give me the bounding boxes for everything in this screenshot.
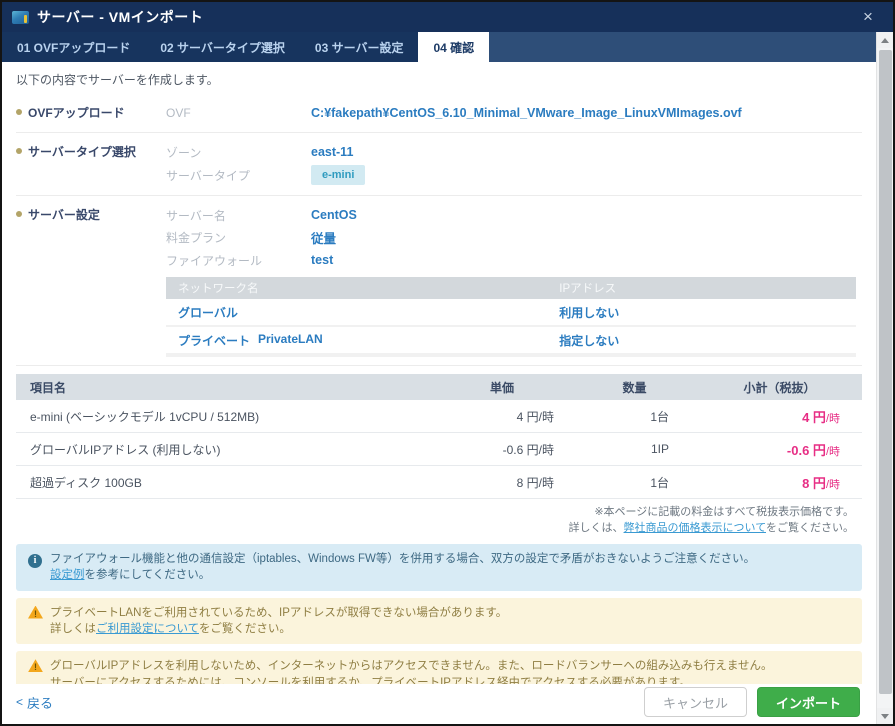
pricing-header: 項目名 単価 数量 小計（税抜） bbox=[16, 374, 862, 400]
title-bar: サーバー - VMインポート × bbox=[2, 2, 893, 32]
tab-ovf-upload[interactable]: 01 OVFアップロード bbox=[2, 32, 145, 62]
ovf-label: OVF bbox=[166, 106, 311, 120]
scroll-up-button[interactable] bbox=[877, 32, 893, 48]
wizard-tab-bar: 01 OVFアップロード 02 サーバータイプ選択 03 サーバー設定 04 確… bbox=[2, 32, 876, 62]
pricing-qty: 1台 bbox=[572, 474, 697, 491]
pricing-subtotal: 8 円/時 bbox=[697, 473, 862, 492]
firewall-row: ファイアウォール test bbox=[166, 251, 862, 269]
network-detail: PrivateLAN bbox=[258, 332, 323, 349]
network-ip-value: 利用しない bbox=[559, 304, 856, 321]
global-ip-warning-box: ! グローバルIPアドレスを利用しないため、インターネットからはアクセスできませ… bbox=[16, 651, 862, 684]
private-lan-warning-text: プライベートLANをご利用されているため、IPアドレスが取得できない場合がありま… bbox=[50, 607, 507, 619]
scroll-down-button[interactable] bbox=[877, 708, 893, 724]
network-table: ネットワーク名 IPアドレス グローバル 利用しない bbox=[166, 277, 856, 357]
warning-icon: ! bbox=[28, 659, 43, 672]
pricing-qty: 1台 bbox=[572, 408, 697, 425]
scroll-down-icon bbox=[881, 714, 889, 719]
table-row: 超過ディスク 100GB 8 円/時 1台 8 円/時 bbox=[16, 466, 862, 499]
table-row: e-mini (ベーシックモデル 1vCPU / 512MB) 4 円/時 1台… bbox=[16, 400, 862, 433]
plan-label: 料金プラン bbox=[166, 229, 311, 246]
network-name: プライベート bbox=[178, 332, 258, 349]
tax-note-line2: 詳しくは、弊社商品の価格表示についてをご覧ください。 bbox=[16, 521, 854, 537]
pricing-qty-header: 数量 bbox=[572, 379, 697, 396]
firewall-value: test bbox=[311, 253, 333, 267]
tab-server-config[interactable]: 03 サーバー設定 bbox=[300, 32, 419, 62]
pricing-item-header: 項目名 bbox=[16, 379, 432, 396]
back-chevron-icon: < bbox=[16, 695, 23, 709]
dialog-title: サーバー - VMインポート bbox=[37, 7, 203, 27]
global-ip-warning-text: グローバルIPアドレスを利用しないため、インターネットからはアクセスできません。… bbox=[50, 660, 772, 672]
tax-note: ※本ページに記載の料金はすべて税抜表示価格です。 詳しくは、弊社商品の価格表示に… bbox=[16, 505, 854, 537]
pricing-subtotal-header: 小計（税抜） bbox=[697, 379, 862, 396]
back-link[interactable]: < 戻る bbox=[16, 693, 53, 712]
price-display-link[interactable]: 弊社商品の価格表示について bbox=[624, 522, 766, 534]
close-icon[interactable]: × bbox=[853, 3, 883, 31]
pricing-unit-header: 単価 bbox=[432, 379, 572, 396]
server-icon bbox=[12, 11, 29, 24]
server-name-label: サーバー名 bbox=[166, 207, 311, 224]
vm-import-dialog: サーバー - VMインポート × 01 OVFアップロード 02 サーバータイプ… bbox=[0, 0, 895, 726]
scroll-up-icon bbox=[881, 38, 889, 43]
pricing-table: 項目名 単価 数量 小計（税抜） e-mini (ベーシックモデル 1vCPU … bbox=[16, 374, 862, 499]
table-row: グローバル 利用しない bbox=[166, 299, 856, 325]
global-ip-warning-text2: サーバーにアクセスするためには、コンソールを利用するか、プライベートIPアドレス… bbox=[50, 677, 691, 684]
tab-confirm[interactable]: 04 確認 bbox=[418, 32, 489, 62]
section-ovf-title: OVFアップロード bbox=[28, 104, 125, 121]
pricing-subtotal: 4 円/時 bbox=[697, 407, 862, 426]
pricing-item: e-mini (ベーシックモデル 1vCPU / 512MB) bbox=[16, 408, 432, 425]
zone-label: ゾーン bbox=[166, 144, 311, 161]
private-lan-warning-box: ! プライベートLANをご利用されているため、IPアドレスが取得できない場合があ… bbox=[16, 598, 862, 645]
section-ovf-upload: OVFアップロード OVF C:¥fakepath¥CentOS_6.10_Mi… bbox=[16, 94, 862, 133]
network-name: グローバル bbox=[178, 304, 258, 321]
usage-settings-link[interactable]: ご利用設定について bbox=[96, 623, 199, 635]
server-name-value: CentOS bbox=[311, 208, 357, 222]
section-bullet-icon bbox=[16, 211, 22, 217]
section-server-type: サーバータイプ選択 ゾーン east-11 サーバータイプ e-mini bbox=[16, 133, 862, 196]
network-table-header: ネットワーク名 IPアドレス bbox=[166, 277, 856, 299]
server-type-badge: e-mini bbox=[311, 165, 365, 185]
config-example-link[interactable]: 設定例 bbox=[50, 569, 85, 581]
table-row: プライベート PrivateLAN 指定しない bbox=[166, 327, 856, 353]
network-ip-header: IPアドレス bbox=[559, 280, 856, 296]
dialog-footer: < 戻る キャンセル インポート bbox=[2, 684, 876, 724]
section-bullet-icon bbox=[16, 148, 22, 154]
import-button[interactable]: インポート bbox=[757, 687, 860, 717]
section-server-config: サーバー設定 サーバー名 CentOS 料金プラン 従量 ファイアウォール bbox=[16, 196, 862, 366]
server-type-label: サーバータイプ bbox=[166, 167, 311, 184]
scrollbar-thumb[interactable] bbox=[879, 50, 892, 694]
plan-value: 従量 bbox=[311, 228, 336, 247]
warning-icon: ! bbox=[28, 606, 43, 619]
server-name-row: サーバー名 CentOS bbox=[166, 206, 862, 224]
tab-server-type[interactable]: 02 サーバータイプ選択 bbox=[145, 32, 300, 62]
pricing-subtotal: -0.6 円/時 bbox=[697, 440, 862, 459]
pricing-unit: 8 円/時 bbox=[432, 474, 572, 491]
intro-text: 以下の内容でサーバーを作成します。 bbox=[16, 72, 862, 88]
network-ip-value: 指定しない bbox=[559, 332, 856, 349]
ovf-file-row: OVF C:¥fakepath¥CentOS_6.10_Minimal_VMwa… bbox=[166, 104, 862, 122]
zone-row: ゾーン east-11 bbox=[166, 143, 862, 161]
zone-value: east-11 bbox=[311, 145, 353, 159]
section-bullet-icon bbox=[16, 109, 22, 115]
pricing-unit: 4 円/時 bbox=[432, 408, 572, 425]
scrollbar[interactable] bbox=[876, 32, 893, 724]
pricing-qty: 1IP bbox=[572, 442, 697, 456]
cancel-button[interactable]: キャンセル bbox=[644, 687, 747, 717]
network-name-header: ネットワーク名 bbox=[166, 280, 559, 296]
confirm-panel: 以下の内容でサーバーを作成します。 OVFアップロード OVF C:¥fakep… bbox=[2, 62, 876, 684]
pricing-item: グローバルIPアドレス (利用しない) bbox=[16, 441, 432, 458]
pricing-unit: -0.6 円/時 bbox=[432, 441, 572, 458]
ovf-file-path: C:¥fakepath¥CentOS_6.10_Minimal_VMware_I… bbox=[311, 106, 742, 120]
info-icon: i bbox=[28, 554, 42, 568]
plan-row: 料金プラン 従量 bbox=[166, 228, 862, 247]
table-row: グローバルIPアドレス (利用しない) -0.6 円/時 1IP -0.6 円/… bbox=[16, 433, 862, 466]
tax-note-line1: ※本ページに記載の料金はすべて税抜表示価格です。 bbox=[16, 505, 854, 521]
firewall-info-box: i ファイアウォール機能と他の通信設定（iptables、Windows FW等… bbox=[16, 544, 862, 591]
server-type-row: サーバータイプ e-mini bbox=[166, 165, 862, 185]
section-server-config-title: サーバー設定 bbox=[28, 206, 100, 223]
firewall-label: ファイアウォール bbox=[166, 252, 311, 269]
firewall-info-text: ファイアウォール機能と他の通信設定（iptables、Windows FW等）を… bbox=[50, 553, 755, 565]
section-server-type-title: サーバータイプ選択 bbox=[28, 143, 136, 160]
pricing-item: 超過ディスク 100GB bbox=[16, 474, 432, 491]
